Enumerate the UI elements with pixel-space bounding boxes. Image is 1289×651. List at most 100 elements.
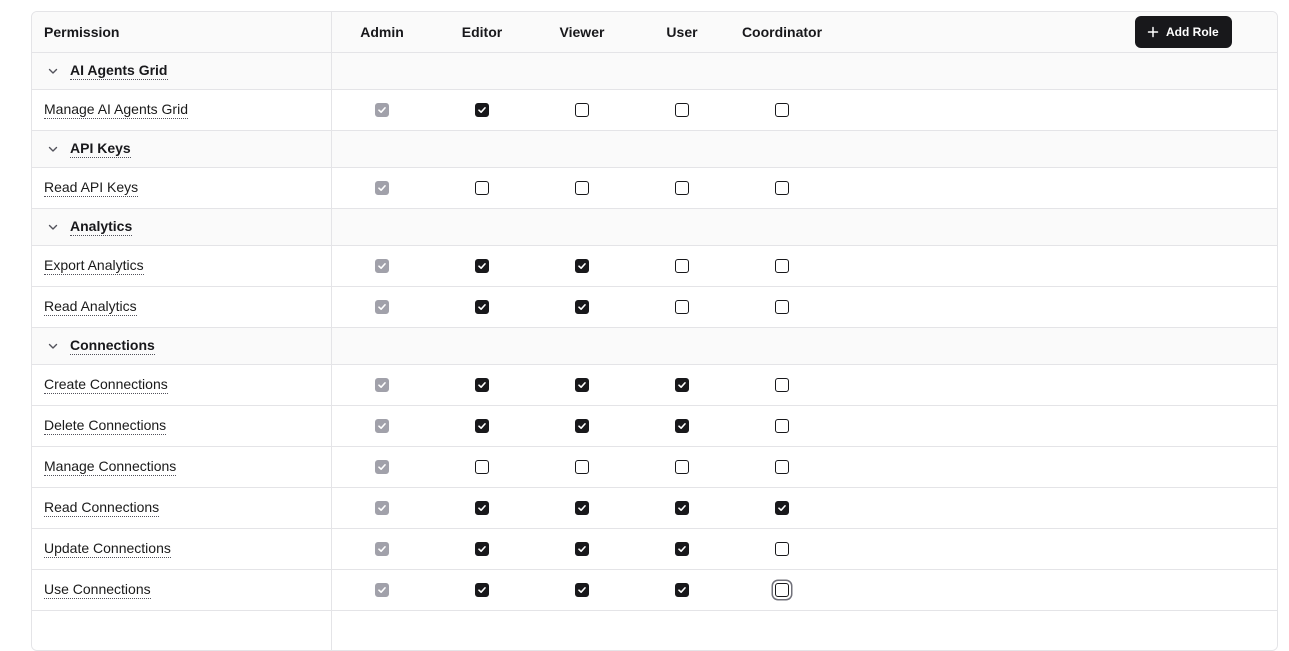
group-row-connections[interactable]: Connections <box>32 328 1277 365</box>
permission-cell <box>332 168 432 208</box>
permission-cell <box>632 447 732 487</box>
permission-label: Delete Connections <box>44 417 167 435</box>
checkbox-admin <box>375 378 389 392</box>
checkbox-viewer[interactable] <box>575 460 589 474</box>
group-row-api-keys[interactable]: API Keys <box>32 131 1277 168</box>
chevron-down-icon[interactable] <box>46 220 60 234</box>
checkbox-editor[interactable] <box>475 583 489 597</box>
group-header-cell: AI Agents Grid <box>32 53 332 89</box>
checkbox-editor[interactable] <box>475 419 489 433</box>
checkbox-coordinator[interactable] <box>775 583 789 597</box>
checkbox-viewer[interactable] <box>575 259 589 273</box>
permission-name-cell: Use Connections <box>32 570 332 610</box>
permission-row <box>32 611 1277 650</box>
checkbox-editor[interactable] <box>475 181 489 195</box>
checkbox-user[interactable] <box>675 103 689 117</box>
permission-name-cell: Read Analytics <box>32 287 332 327</box>
checkbox-user[interactable] <box>675 583 689 597</box>
permission-cell <box>732 90 832 130</box>
checkbox-admin <box>375 460 389 474</box>
permission-label: Read API Keys <box>44 179 139 197</box>
add-role-label: Add Role <box>1166 25 1219 39</box>
checkbox-coordinator[interactable] <box>775 259 789 273</box>
permission-cell <box>732 406 832 446</box>
checkbox-editor[interactable] <box>475 259 489 273</box>
permission-row: Export Analytics <box>32 246 1277 287</box>
checkbox-viewer[interactable] <box>575 300 589 314</box>
permission-row: Use Connections <box>32 570 1277 611</box>
permission-name-cell <box>32 611 332 650</box>
checkbox-user[interactable] <box>675 300 689 314</box>
checkbox-user[interactable] <box>675 181 689 195</box>
group-row-ai-agents-grid[interactable]: AI Agents Grid <box>32 53 1277 90</box>
checkbox-viewer[interactable] <box>575 181 589 195</box>
permission-row: Read API Keys <box>32 168 1277 209</box>
checkbox-user[interactable] <box>675 419 689 433</box>
checkbox-user[interactable] <box>675 378 689 392</box>
checkbox-viewer[interactable] <box>575 583 589 597</box>
checkbox-user[interactable] <box>675 460 689 474</box>
permission-row: Update Connections <box>32 529 1277 570</box>
permission-name-cell: Read API Keys <box>32 168 332 208</box>
group-header-cell: API Keys <box>32 131 332 167</box>
permission-cell <box>532 529 632 569</box>
permission-cell <box>332 447 432 487</box>
permission-cell <box>732 529 832 569</box>
checkbox-user[interactable] <box>675 501 689 515</box>
permission-label: Export Analytics <box>44 257 144 275</box>
permission-cell <box>332 90 432 130</box>
role-header-coordinator: Coordinator <box>741 24 823 40</box>
group-label: AI Agents Grid <box>70 62 168 80</box>
checkbox-admin <box>375 300 389 314</box>
checkbox-viewer[interactable] <box>575 542 589 556</box>
checkbox-admin <box>375 542 389 556</box>
permission-cell <box>532 447 632 487</box>
checkbox-user[interactable] <box>675 542 689 556</box>
checkbox-coordinator[interactable] <box>775 181 789 195</box>
checkbox-coordinator[interactable] <box>775 103 789 117</box>
add-role-button[interactable]: Add Role <box>1135 16 1232 48</box>
checkbox-admin <box>375 181 389 195</box>
checkbox-editor[interactable] <box>475 501 489 515</box>
permission-label: Use Connections <box>44 581 151 599</box>
permission-label: Create Connections <box>44 376 168 394</box>
permission-row: Create Connections <box>32 365 1277 406</box>
checkbox-coordinator[interactable] <box>775 542 789 556</box>
chevron-down-icon[interactable] <box>46 64 60 78</box>
checkbox-user[interactable] <box>675 259 689 273</box>
permission-cell <box>532 168 632 208</box>
permission-cell <box>532 287 632 327</box>
checkbox-editor[interactable] <box>475 300 489 314</box>
permission-name-cell: Delete Connections <box>32 406 332 446</box>
checkbox-editor[interactable] <box>475 542 489 556</box>
checkbox-viewer[interactable] <box>575 378 589 392</box>
checkbox-coordinator[interactable] <box>775 378 789 392</box>
permissions-table: Permission Admin Editor Viewer User Coordinat… <box>31 11 1278 651</box>
chevron-down-icon[interactable] <box>46 339 60 353</box>
group-row-analytics[interactable]: Analytics <box>32 209 1277 246</box>
checkbox-editor[interactable] <box>475 103 489 117</box>
permission-cell <box>432 168 532 208</box>
plus-icon <box>1147 26 1159 38</box>
permission-cell <box>532 246 632 286</box>
permission-label: Read Connections <box>44 499 160 517</box>
permission-cell <box>632 529 732 569</box>
permission-row: Manage Connections <box>32 447 1277 488</box>
chevron-down-icon[interactable] <box>46 142 60 156</box>
permission-label: Manage Connections <box>44 458 177 476</box>
checkbox-coordinator[interactable] <box>775 501 789 515</box>
checkbox-viewer[interactable] <box>575 103 589 117</box>
table-body: Permission Admin Editor Viewer User Coordinat… <box>32 12 1277 650</box>
permission-name-cell: Create Connections <box>32 365 332 405</box>
checkbox-coordinator[interactable] <box>775 419 789 433</box>
table-header-row: Permission Admin Editor Viewer User Coordinat… <box>32 12 1277 53</box>
permission-cell <box>432 90 532 130</box>
checkbox-viewer[interactable] <box>575 419 589 433</box>
checkbox-coordinator[interactable] <box>775 300 789 314</box>
group-label: API Keys <box>70 140 131 158</box>
checkbox-editor[interactable] <box>475 460 489 474</box>
checkbox-editor[interactable] <box>475 378 489 392</box>
checkbox-coordinator[interactable] <box>775 460 789 474</box>
checkbox-viewer[interactable] <box>575 501 589 515</box>
permission-label: Read Analytics <box>44 298 137 316</box>
